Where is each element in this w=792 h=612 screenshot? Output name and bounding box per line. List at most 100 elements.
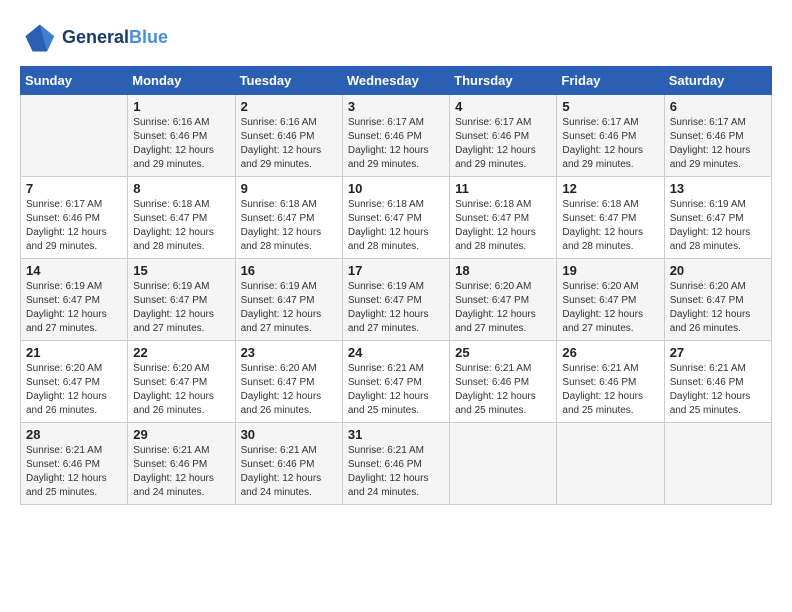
day-number: 18 — [455, 263, 551, 278]
day-info: Sunrise: 6:18 AMSunset: 6:47 PMDaylight:… — [348, 198, 444, 254]
day-info: Sunrise: 6:19 AMSunset: 6:47 PMDaylight:… — [670, 198, 766, 254]
page-header: GeneralBlue — [20, 20, 772, 56]
day-number: 8 — [133, 181, 229, 196]
day-number: 23 — [241, 345, 337, 360]
day-info: Sunrise: 6:20 AMSunset: 6:47 PMDaylight:… — [455, 280, 551, 336]
day-info: Sunrise: 6:17 AMSunset: 6:46 PMDaylight:… — [670, 116, 766, 172]
calendar-cell: 23 Sunrise: 6:20 AMSunset: 6:47 PMDayligh… — [235, 341, 342, 423]
weekday-header: Thursday — [450, 67, 557, 95]
day-info: Sunrise: 6:18 AMSunset: 6:47 PMDaylight:… — [455, 198, 551, 254]
day-number: 24 — [348, 345, 444, 360]
day-info: Sunrise: 6:21 AMSunset: 6:46 PMDaylight:… — [26, 444, 122, 500]
calendar-cell: 2 Sunrise: 6:16 AMSunset: 6:46 PMDaylight… — [235, 95, 342, 177]
weekday-header: Monday — [128, 67, 235, 95]
calendar-cell — [21, 95, 128, 177]
calendar-cell: 18 Sunrise: 6:20 AMSunset: 6:47 PMDayligh… — [450, 259, 557, 341]
day-number: 4 — [455, 99, 551, 114]
day-number: 20 — [670, 263, 766, 278]
weekday-header: Wednesday — [342, 67, 449, 95]
day-info: Sunrise: 6:17 AMSunset: 6:46 PMDaylight:… — [455, 116, 551, 172]
day-number: 15 — [133, 263, 229, 278]
day-number: 16 — [241, 263, 337, 278]
calendar-cell: 14 Sunrise: 6:19 AMSunset: 6:47 PMDayligh… — [21, 259, 128, 341]
day-number: 21 — [26, 345, 122, 360]
weekday-header: Tuesday — [235, 67, 342, 95]
day-number: 26 — [562, 345, 658, 360]
day-number: 22 — [133, 345, 229, 360]
calendar-cell: 31 Sunrise: 6:21 AMSunset: 6:46 PMDayligh… — [342, 423, 449, 505]
weekday-header: Friday — [557, 67, 664, 95]
day-number: 6 — [670, 99, 766, 114]
day-info: Sunrise: 6:18 AMSunset: 6:47 PMDaylight:… — [562, 198, 658, 254]
day-info: Sunrise: 6:16 AMSunset: 6:46 PMDaylight:… — [133, 116, 229, 172]
day-info: Sunrise: 6:21 AMSunset: 6:46 PMDaylight:… — [562, 362, 658, 418]
calendar-cell: 30 Sunrise: 6:21 AMSunset: 6:46 PMDayligh… — [235, 423, 342, 505]
calendar-cell: 16 Sunrise: 6:19 AMSunset: 6:47 PMDayligh… — [235, 259, 342, 341]
calendar-cell: 6 Sunrise: 6:17 AMSunset: 6:46 PMDaylight… — [664, 95, 771, 177]
day-number: 28 — [26, 427, 122, 442]
day-info: Sunrise: 6:17 AMSunset: 6:46 PMDaylight:… — [26, 198, 122, 254]
day-info: Sunrise: 6:19 AMSunset: 6:47 PMDaylight:… — [133, 280, 229, 336]
calendar-cell: 12 Sunrise: 6:18 AMSunset: 6:47 PMDayligh… — [557, 177, 664, 259]
day-number: 10 — [348, 181, 444, 196]
day-info: Sunrise: 6:17 AMSunset: 6:46 PMDaylight:… — [562, 116, 658, 172]
day-info: Sunrise: 6:21 AMSunset: 6:46 PMDaylight:… — [241, 444, 337, 500]
day-number: 30 — [241, 427, 337, 442]
logo-icon — [20, 20, 56, 56]
weekday-header: Saturday — [664, 67, 771, 95]
day-info: Sunrise: 6:21 AMSunset: 6:46 PMDaylight:… — [455, 362, 551, 418]
day-number: 14 — [26, 263, 122, 278]
day-info: Sunrise: 6:17 AMSunset: 6:46 PMDaylight:… — [348, 116, 444, 172]
day-info: Sunrise: 6:19 AMSunset: 6:47 PMDaylight:… — [26, 280, 122, 336]
day-info: Sunrise: 6:18 AMSunset: 6:47 PMDaylight:… — [133, 198, 229, 254]
calendar-cell: 15 Sunrise: 6:19 AMSunset: 6:47 PMDayligh… — [128, 259, 235, 341]
day-number: 27 — [670, 345, 766, 360]
calendar-cell: 5 Sunrise: 6:17 AMSunset: 6:46 PMDaylight… — [557, 95, 664, 177]
calendar-cell: 24 Sunrise: 6:21 AMSunset: 6:47 PMDayligh… — [342, 341, 449, 423]
day-number: 9 — [241, 181, 337, 196]
day-number: 31 — [348, 427, 444, 442]
calendar-cell: 28 Sunrise: 6:21 AMSunset: 6:46 PMDayligh… — [21, 423, 128, 505]
calendar-cell: 29 Sunrise: 6:21 AMSunset: 6:46 PMDayligh… — [128, 423, 235, 505]
logo-text: GeneralBlue — [62, 28, 168, 48]
day-number: 29 — [133, 427, 229, 442]
calendar-cell: 26 Sunrise: 6:21 AMSunset: 6:46 PMDayligh… — [557, 341, 664, 423]
calendar-cell: 9 Sunrise: 6:18 AMSunset: 6:47 PMDaylight… — [235, 177, 342, 259]
day-number: 13 — [670, 181, 766, 196]
calendar-cell: 25 Sunrise: 6:21 AMSunset: 6:46 PMDayligh… — [450, 341, 557, 423]
calendar-cell: 11 Sunrise: 6:18 AMSunset: 6:47 PMDayligh… — [450, 177, 557, 259]
calendar-cell: 21 Sunrise: 6:20 AMSunset: 6:47 PMDayligh… — [21, 341, 128, 423]
calendar-cell: 17Sunrise: 6:19 AMSunset: 6:47 PMDayligh… — [342, 259, 449, 341]
calendar-cell: 8 Sunrise: 6:18 AMSunset: 6:47 PMDaylight… — [128, 177, 235, 259]
day-info: Sunrise: 6:20 AMSunset: 6:47 PMDaylight:… — [133, 362, 229, 418]
day-info: Sunrise: 6:21 AMSunset: 6:47 PMDaylight:… — [348, 362, 444, 418]
day-number: 2 — [241, 99, 337, 114]
day-number: 19 — [562, 263, 658, 278]
calendar-cell: 1 Sunrise: 6:16 AMSunset: 6:46 PMDaylight… — [128, 95, 235, 177]
day-number: 7 — [26, 181, 122, 196]
day-info: Sunrise: 6:21 AMSunset: 6:46 PMDaylight:… — [348, 444, 444, 500]
calendar-cell: 3Sunrise: 6:17 AMSunset: 6:46 PMDaylight… — [342, 95, 449, 177]
day-info: Sunrise: 6:16 AMSunset: 6:46 PMDaylight:… — [241, 116, 337, 172]
calendar-cell — [664, 423, 771, 505]
day-info: Sunrise: 6:21 AMSunset: 6:46 PMDaylight:… — [670, 362, 766, 418]
day-info: Sunrise: 6:20 AMSunset: 6:47 PMDaylight:… — [670, 280, 766, 336]
logo: GeneralBlue — [20, 20, 168, 56]
day-info: Sunrise: 6:19 AMSunset: 6:47 PMDaylight:… — [348, 280, 444, 336]
day-info: Sunrise: 6:20 AMSunset: 6:47 PMDaylight:… — [26, 362, 122, 418]
day-info: Sunrise: 6:19 AMSunset: 6:47 PMDaylight:… — [241, 280, 337, 336]
calendar-cell: 4 Sunrise: 6:17 AMSunset: 6:46 PMDaylight… — [450, 95, 557, 177]
calendar-cell: 19 Sunrise: 6:20 AMSunset: 6:47 PMDayligh… — [557, 259, 664, 341]
day-info: Sunrise: 6:21 AMSunset: 6:46 PMDaylight:… — [133, 444, 229, 500]
day-info: Sunrise: 6:20 AMSunset: 6:47 PMDaylight:… — [562, 280, 658, 336]
calendar-cell: 10 Sunrise: 6:18 AMSunset: 6:47 PMDayligh… — [342, 177, 449, 259]
calendar-cell — [450, 423, 557, 505]
day-number: 5 — [562, 99, 658, 114]
day-number: 25 — [455, 345, 551, 360]
day-number: 1 — [133, 99, 229, 114]
calendar-cell: 13 Sunrise: 6:19 AMSunset: 6:47 PMDayligh… — [664, 177, 771, 259]
day-info: Sunrise: 6:18 AMSunset: 6:47 PMDaylight:… — [241, 198, 337, 254]
day-info: Sunrise: 6:20 AMSunset: 6:47 PMDaylight:… — [241, 362, 337, 418]
day-number: 12 — [562, 181, 658, 196]
day-number: 11 — [455, 181, 551, 196]
